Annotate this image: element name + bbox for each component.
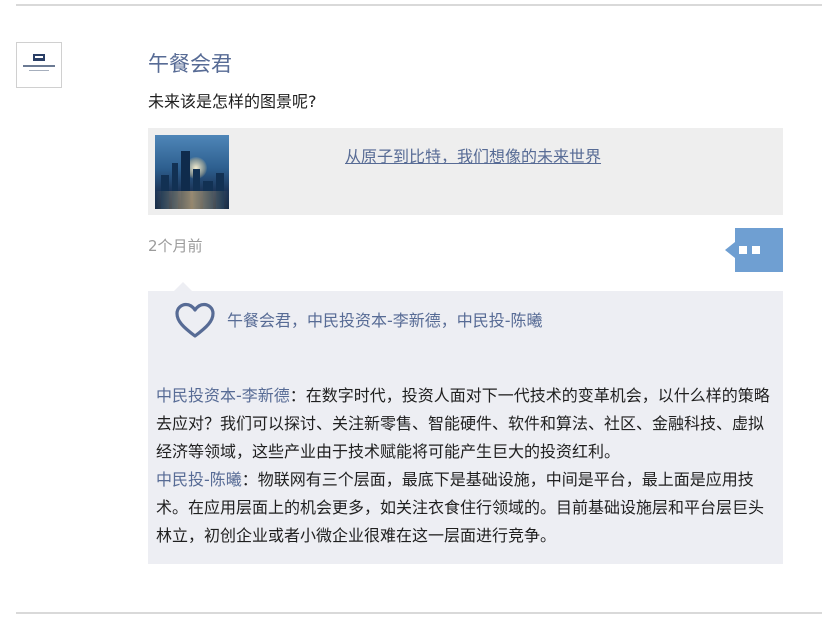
logo-text-line: [23, 65, 55, 67]
likes-comments-panel: 午餐会君，中民投资本-李新德，中民投-陈曦 中民投资本-李新德：在数字时代，投资…: [148, 282, 783, 564]
likes-names[interactable]: 午餐会君，中民投资本-李新德，中民投-陈曦: [227, 309, 543, 333]
company-logo-icon: [33, 54, 45, 61]
comment-separator: ：: [241, 470, 258, 489]
comment-item: 中民投资本-李新德：在数字时代，投资人面对下一代技术的变革机会，以什么样的策略去…: [156, 382, 778, 466]
post-text: 未来该是怎样的图景呢?: [148, 92, 317, 111]
avatar[interactable]: [16, 42, 62, 88]
link-thumbnail: [155, 135, 229, 209]
comment-separator: ：: [289, 386, 306, 405]
link-title[interactable]: 从原子到比特，我们想像的未来世界: [345, 145, 601, 169]
post-timestamp: 2个月前: [148, 237, 203, 255]
comments-list: 中民投资本-李新德：在数字时代，投资人面对下一代技术的变革机会，以什么样的策略去…: [156, 382, 778, 550]
logo-subtext-line: [29, 70, 49, 71]
bottom-divider: [16, 612, 822, 614]
shared-link-card[interactable]: 从原子到比特，我们想像的未来世界: [148, 128, 783, 215]
comment-item: 中民投-陈曦：物联网有三个层面，最底下是基础设施，中间是平台，最上面是应用技术。…: [156, 466, 778, 550]
top-divider: [16, 4, 822, 6]
comment-more-icon: [739, 246, 747, 254]
heart-icon: [175, 302, 215, 338]
comment-more-button[interactable]: [725, 228, 783, 272]
likes-row: 午餐会君，中民投资本-李新德，中民投-陈曦: [173, 301, 543, 341]
post-author[interactable]: 午餐会君: [148, 49, 232, 79]
comment-author[interactable]: 中民投-陈曦: [156, 470, 242, 489]
comment-author[interactable]: 中民投资本-李新德: [156, 386, 290, 405]
